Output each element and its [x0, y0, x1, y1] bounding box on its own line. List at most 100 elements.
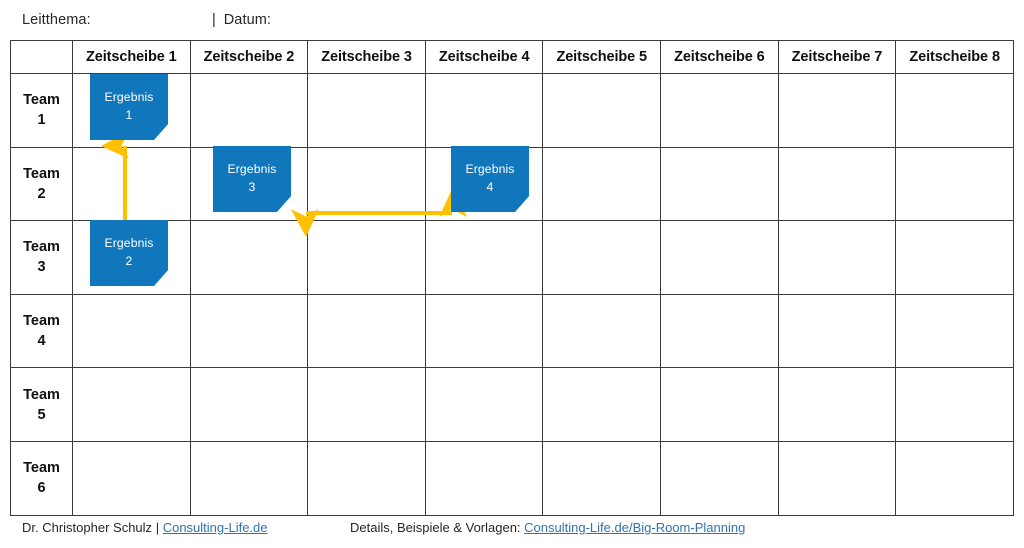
note-title: Ergebnis — [104, 236, 154, 251]
note-title: Ergebnis — [227, 162, 277, 177]
cell-team4-slice6[interactable] — [660, 293, 779, 369]
row-header-label: Team — [23, 165, 60, 182]
datum-label: Datum: — [223, 12, 272, 28]
big-room-planning-board: Zeitscheibe 1 Zeitscheibe 2 Zeitscheibe … — [10, 40, 1014, 516]
cell-team1-slice2[interactable] — [189, 73, 309, 148]
column-header-zeitscheibe-2: Zeitscheibe 2 — [189, 40, 309, 74]
cell-team6-slice5[interactable] — [542, 440, 662, 516]
row-header-number: 5 — [37, 406, 46, 423]
cell-team1-slice5[interactable] — [542, 73, 662, 148]
row-header-label: Team — [23, 386, 60, 403]
table-header-row: Zeitscheibe 1 Zeitscheibe 2 Zeitscheibe … — [10, 40, 1014, 74]
row-header-number: 1 — [37, 112, 46, 129]
row-header-number: 6 — [37, 480, 46, 497]
footer-details-label: Details, Beispiele & Vorlagen: — [350, 520, 521, 535]
note-number: 4 — [486, 180, 494, 194]
footer-details-block: Details, Beispiele & Vorlagen: Consultin… — [350, 520, 745, 535]
cell-team3-slice8[interactable] — [895, 220, 1014, 295]
row-header-team-4: Team 4 — [10, 293, 73, 369]
cell-team4-slice3[interactable] — [307, 293, 426, 369]
column-header-zeitscheibe-7: Zeitscheibe 7 — [777, 40, 897, 74]
cell-team2-slice1[interactable] — [72, 146, 191, 222]
cell-team6-slice6[interactable] — [660, 440, 779, 516]
cell-team6-slice4[interactable] — [424, 440, 544, 516]
cell-team2-slice7[interactable] — [777, 146, 897, 222]
note-number: 2 — [125, 254, 133, 268]
cell-team5-slice6[interactable] — [660, 367, 779, 442]
note-number: 3 — [248, 180, 256, 194]
leitthema-label: Leitthema: — [22, 12, 91, 28]
footer-author-link[interactable]: Consulting-Life.de — [163, 520, 268, 535]
cell-team6-slice8[interactable] — [895, 440, 1014, 516]
cell-team6-slice7[interactable] — [777, 440, 897, 516]
column-header-zeitscheibe-5: Zeitscheibe 5 — [542, 40, 662, 74]
table-row: Team 4 — [10, 293, 1014, 369]
row-header-team-2: Team 2 — [10, 146, 73, 222]
row-header-team-5: Team 5 — [10, 367, 73, 442]
cell-team5-slice7[interactable] — [777, 367, 897, 442]
footer-details-link[interactable]: Consulting-Life.de/Big-Room-Planning — [524, 520, 745, 535]
cell-team5-slice3[interactable] — [307, 367, 426, 442]
cell-team5-slice4[interactable] — [424, 367, 544, 442]
column-header-zeitscheibe-1: Zeitscheibe 1 — [72, 40, 191, 74]
footer-separator: | — [155, 520, 160, 535]
cell-team5-slice2[interactable] — [189, 367, 309, 442]
corner-header-cell — [10, 40, 73, 74]
row-header-team-1: Team 1 — [10, 73, 73, 148]
cell-team6-slice2[interactable] — [189, 440, 309, 516]
page-footer: Dr. Christopher Schulz | Consulting-Life… — [0, 514, 1024, 548]
footer-author-block: Dr. Christopher Schulz | Consulting-Life… — [22, 520, 268, 535]
row-header-label: Team — [23, 239, 60, 256]
cell-team5-slice5[interactable] — [542, 367, 662, 442]
sticky-note-ergebnis-4[interactable]: Ergebnis 4 — [451, 146, 529, 212]
cell-team2-slice3[interactable] — [307, 146, 426, 222]
row-header-label: Team — [23, 313, 60, 330]
cell-team2-slice5[interactable] — [542, 146, 662, 222]
sticky-note-ergebnis-3[interactable]: Ergebnis 3 — [213, 146, 291, 212]
cell-team4-slice8[interactable] — [895, 293, 1014, 369]
cell-team3-slice6[interactable] — [660, 220, 779, 295]
row-header-number: 4 — [37, 333, 46, 350]
cell-team1-slice7[interactable] — [777, 73, 897, 148]
footer-author-name: Dr. Christopher Schulz — [22, 520, 153, 535]
column-header-zeitscheibe-3: Zeitscheibe 3 — [307, 40, 426, 74]
note-title: Ergebnis — [104, 90, 154, 105]
row-header-label: Team — [23, 92, 60, 109]
column-header-zeitscheibe-6: Zeitscheibe 6 — [660, 40, 779, 74]
cell-team6-slice1[interactable] — [72, 440, 191, 516]
cell-team5-slice8[interactable] — [895, 367, 1014, 442]
note-number: 1 — [125, 108, 133, 122]
cell-team4-slice1[interactable] — [72, 293, 191, 369]
header-meta-bar: Leitthema: | Datum: — [0, 0, 1024, 40]
cell-team1-slice3[interactable] — [307, 73, 426, 148]
cell-team5-slice1[interactable] — [72, 367, 191, 442]
meta-separator: | — [211, 12, 216, 28]
table-row: Team 6 — [10, 440, 1014, 516]
cell-team6-slice3[interactable] — [307, 440, 426, 516]
cell-team1-slice6[interactable] — [660, 73, 779, 148]
cell-team4-slice2[interactable] — [189, 293, 309, 369]
sticky-note-ergebnis-1[interactable]: Ergebnis 1 — [90, 74, 168, 140]
row-header-team-3: Team 3 — [10, 220, 73, 295]
cell-team4-slice7[interactable] — [777, 293, 897, 369]
cell-team3-slice4[interactable] — [424, 220, 544, 295]
row-header-number: 3 — [37, 259, 46, 276]
row-header-team-6: Team 6 — [10, 440, 73, 516]
cell-team1-slice8[interactable] — [895, 73, 1014, 148]
cell-team2-slice6[interactable] — [660, 146, 779, 222]
row-header-label: Team — [23, 460, 60, 477]
cell-team2-slice8[interactable] — [895, 146, 1014, 222]
table-row: Team 5 — [10, 367, 1014, 442]
cell-team3-slice5[interactable] — [542, 220, 662, 295]
column-header-zeitscheibe-4: Zeitscheibe 4 — [424, 40, 544, 74]
cell-team3-slice7[interactable] — [777, 220, 897, 295]
cell-team1-slice4[interactable] — [424, 73, 544, 148]
row-header-number: 2 — [37, 185, 46, 202]
cell-team4-slice4[interactable] — [424, 293, 544, 369]
sticky-note-ergebnis-2[interactable]: Ergebnis 2 — [90, 220, 168, 286]
cell-team3-slice2[interactable] — [189, 220, 309, 295]
note-title: Ergebnis — [465, 162, 515, 177]
column-header-zeitscheibe-8: Zeitscheibe 8 — [895, 40, 1014, 74]
cell-team4-slice5[interactable] — [542, 293, 662, 369]
cell-team3-slice3[interactable] — [307, 220, 426, 295]
